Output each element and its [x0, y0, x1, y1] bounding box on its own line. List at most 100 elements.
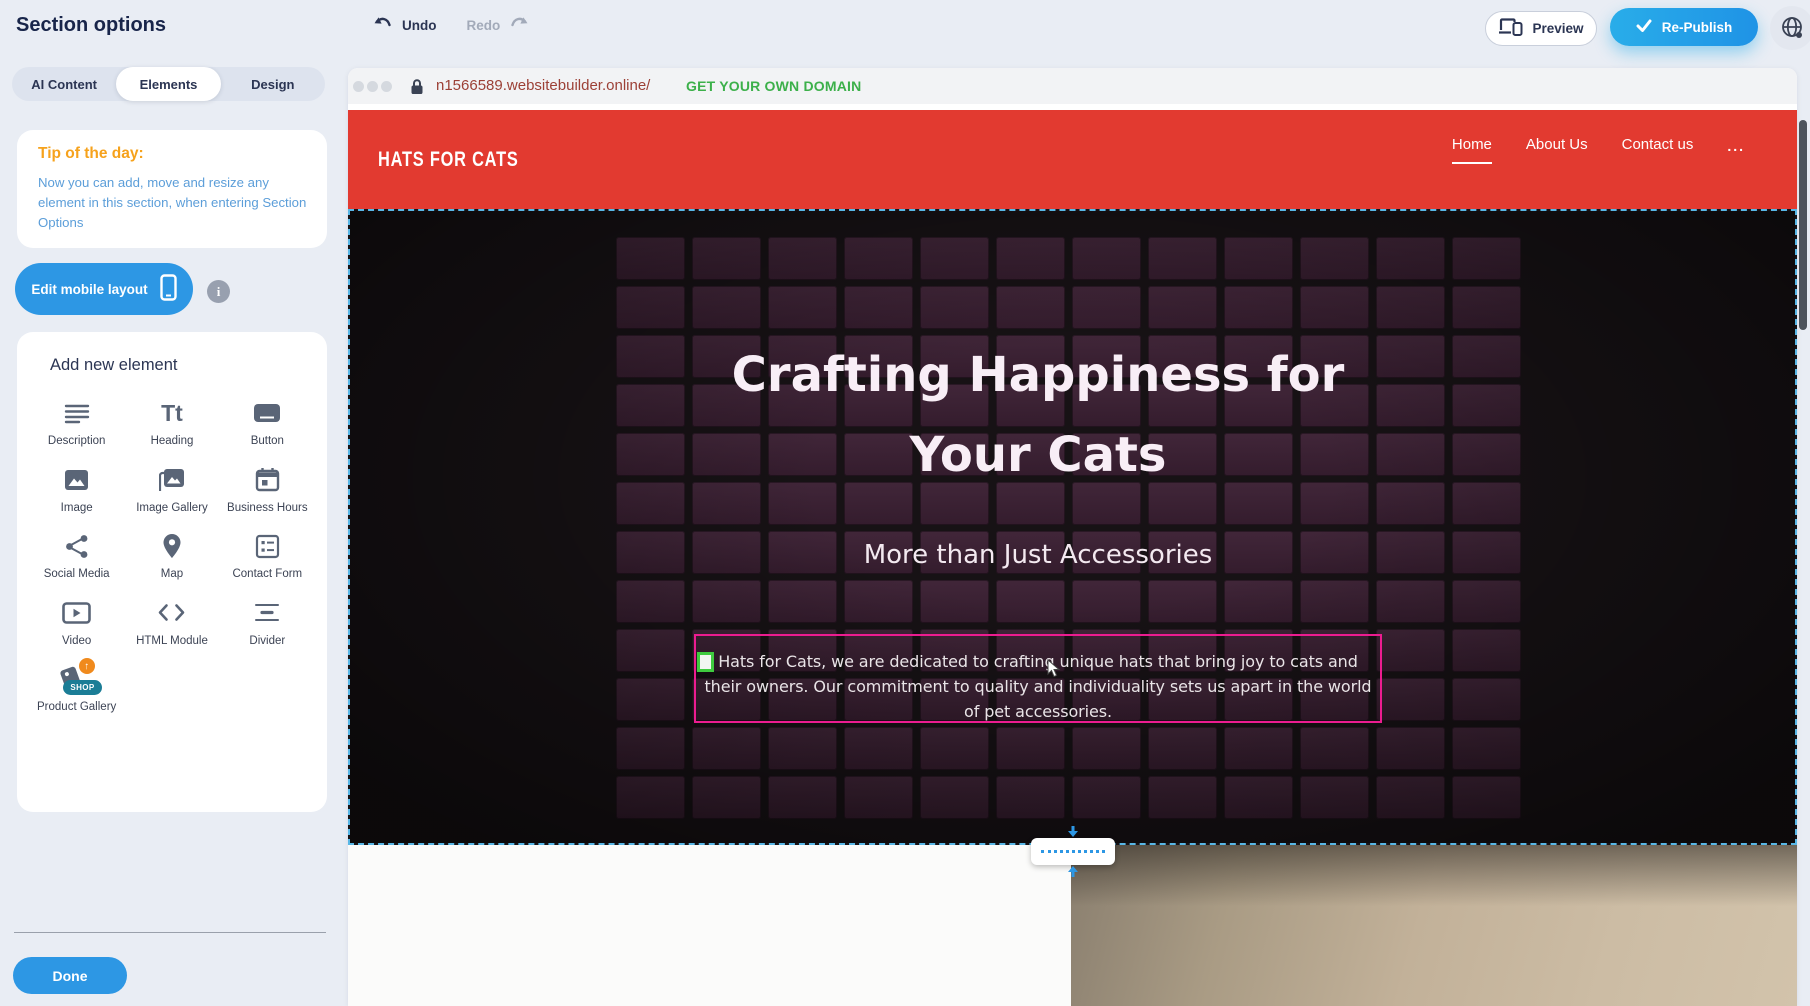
check-icon — [1636, 19, 1652, 35]
element-social-media[interactable]: Social Media — [33, 530, 121, 583]
hero-tile — [1376, 531, 1445, 574]
language-globe-button[interactable] — [1770, 6, 1810, 50]
tab-elements[interactable]: Elements — [116, 67, 220, 101]
panel-tabs: AI Content Elements Design — [12, 67, 325, 101]
hero-tile — [1452, 384, 1521, 427]
hero-tile — [1376, 776, 1445, 819]
nav-item-about-us[interactable]: About Us — [1526, 136, 1588, 164]
site-nav: Home About Us Contact us ... — [1452, 136, 1745, 164]
image-icon — [33, 464, 121, 496]
hero-tile — [920, 286, 989, 329]
button-icon — [223, 397, 311, 429]
site-logo[interactable]: HATS FOR CATS — [378, 148, 519, 172]
nav-item-home[interactable]: Home — [1452, 136, 1492, 164]
hero-title[interactable]: Crafting Happiness forYour Cats — [694, 335, 1382, 495]
tip-of-the-day-card: Tip of the day: Now you can add, move an… — [17, 130, 327, 248]
hero-tile — [1452, 580, 1521, 623]
nav-item-contact-us[interactable]: Contact us — [1622, 136, 1694, 164]
element-map[interactable]: Map — [128, 530, 216, 583]
element-grid: Description Tt Heading Button Image Imag… — [29, 397, 315, 716]
selected-text-element[interactable]: Hats for Cats, we are dedicated to craft… — [694, 634, 1382, 723]
section-height-resize-handle[interactable] — [1031, 838, 1115, 865]
hero-tile — [1300, 286, 1369, 329]
hero-tile — [1452, 433, 1521, 476]
hero-tile — [1072, 580, 1141, 623]
element-video[interactable]: Video — [33, 597, 121, 650]
element-business-hours[interactable]: Business Hours — [223, 464, 311, 517]
site-preview-window: n1566589.websitebuilder.online/ GET YOUR… — [348, 68, 1797, 1006]
hero-tile — [1376, 286, 1445, 329]
redo-button[interactable]: Redo — [467, 16, 530, 34]
hero-tile — [844, 286, 913, 329]
site-header: HATS FOR CATS Home About Us Contact us .… — [348, 110, 1797, 209]
element-html-module[interactable]: HTML Module — [128, 597, 216, 650]
edit-mobile-layout-button[interactable]: Edit mobile layout — [15, 263, 193, 315]
element-label: Description — [33, 434, 121, 450]
tab-ai-content[interactable]: AI Content — [12, 67, 116, 101]
hero-tile — [1148, 727, 1217, 770]
hero-tile — [1376, 727, 1445, 770]
preview-button[interactable]: Preview — [1485, 11, 1597, 46]
element-label: Map — [128, 567, 216, 583]
republish-label: Re-Publish — [1662, 20, 1733, 35]
hero-tile — [920, 580, 989, 623]
hero-tile — [616, 237, 685, 280]
element-description[interactable]: Description — [33, 397, 121, 450]
element-heading[interactable]: Tt Heading — [128, 397, 216, 450]
hero-tile — [616, 286, 685, 329]
hero-tile — [1148, 580, 1217, 623]
hero-tile — [616, 384, 685, 427]
add-new-element-title: Add new element — [50, 356, 315, 375]
hero-section-selected[interactable]: Crafting Happiness forYour Cats More tha… — [348, 209, 1797, 845]
hero-tile — [1452, 531, 1521, 574]
hero-tile — [768, 237, 837, 280]
hero-tile — [1452, 286, 1521, 329]
business-hours-icon — [223, 464, 311, 496]
page-scrollbar-thumb[interactable] — [1799, 120, 1807, 330]
hero-tile — [692, 727, 761, 770]
hero-tile — [1300, 580, 1369, 623]
hero-tile — [692, 286, 761, 329]
element-label: HTML Module — [128, 634, 216, 650]
element-button[interactable]: Button — [223, 397, 311, 450]
republish-button[interactable]: Re-Publish — [1610, 8, 1758, 46]
lock-icon — [410, 78, 424, 100]
globe-icon — [1780, 15, 1804, 42]
undo-redo-group: Undo Redo — [373, 16, 529, 34]
hero-tile — [1148, 286, 1217, 329]
get-your-own-domain-link[interactable]: GET YOUR OWN DOMAIN — [686, 78, 861, 94]
element-label: Video — [33, 634, 121, 650]
video-icon — [33, 597, 121, 629]
element-divider[interactable]: Divider — [223, 597, 311, 650]
hero-tile — [1224, 580, 1293, 623]
hero-tile — [920, 237, 989, 280]
phone-icon — [160, 274, 177, 304]
product-gallery-icon: ↑ SHOP — [33, 663, 121, 695]
hero-tile — [616, 433, 685, 476]
tab-design[interactable]: Design — [221, 67, 325, 101]
hero-tile — [1148, 776, 1217, 819]
hero-tile — [1452, 727, 1521, 770]
hero-tile — [1072, 727, 1141, 770]
hero-tile — [1224, 776, 1293, 819]
element-label: Image — [33, 501, 121, 517]
address-bar-url[interactable]: n1566589.websitebuilder.online/ — [436, 77, 650, 94]
hero-tile — [996, 580, 1065, 623]
element-image[interactable]: Image — [33, 464, 121, 517]
element-contact-form[interactable]: Contact Form — [223, 530, 311, 583]
undo-button[interactable]: Undo — [373, 16, 437, 34]
hero-tile — [768, 776, 837, 819]
nav-more-button[interactable]: ... — [1727, 138, 1745, 163]
element-product-gallery[interactable]: ↑ SHOP Product Gallery — [33, 663, 121, 716]
element-image-gallery[interactable]: Image Gallery — [128, 464, 216, 517]
info-icon[interactable]: i — [207, 280, 230, 303]
done-button[interactable]: Done — [13, 957, 127, 994]
hero-tile — [616, 727, 685, 770]
resize-handle-left[interactable] — [697, 652, 714, 672]
hero-subtitle[interactable]: More than Just Accessories — [694, 540, 1382, 570]
hero-tile — [692, 580, 761, 623]
hero-tile — [1376, 335, 1445, 378]
arrow-up-badge: ↑ — [79, 658, 95, 674]
element-label: Contact Form — [223, 567, 311, 583]
undo-label: Undo — [402, 18, 437, 33]
